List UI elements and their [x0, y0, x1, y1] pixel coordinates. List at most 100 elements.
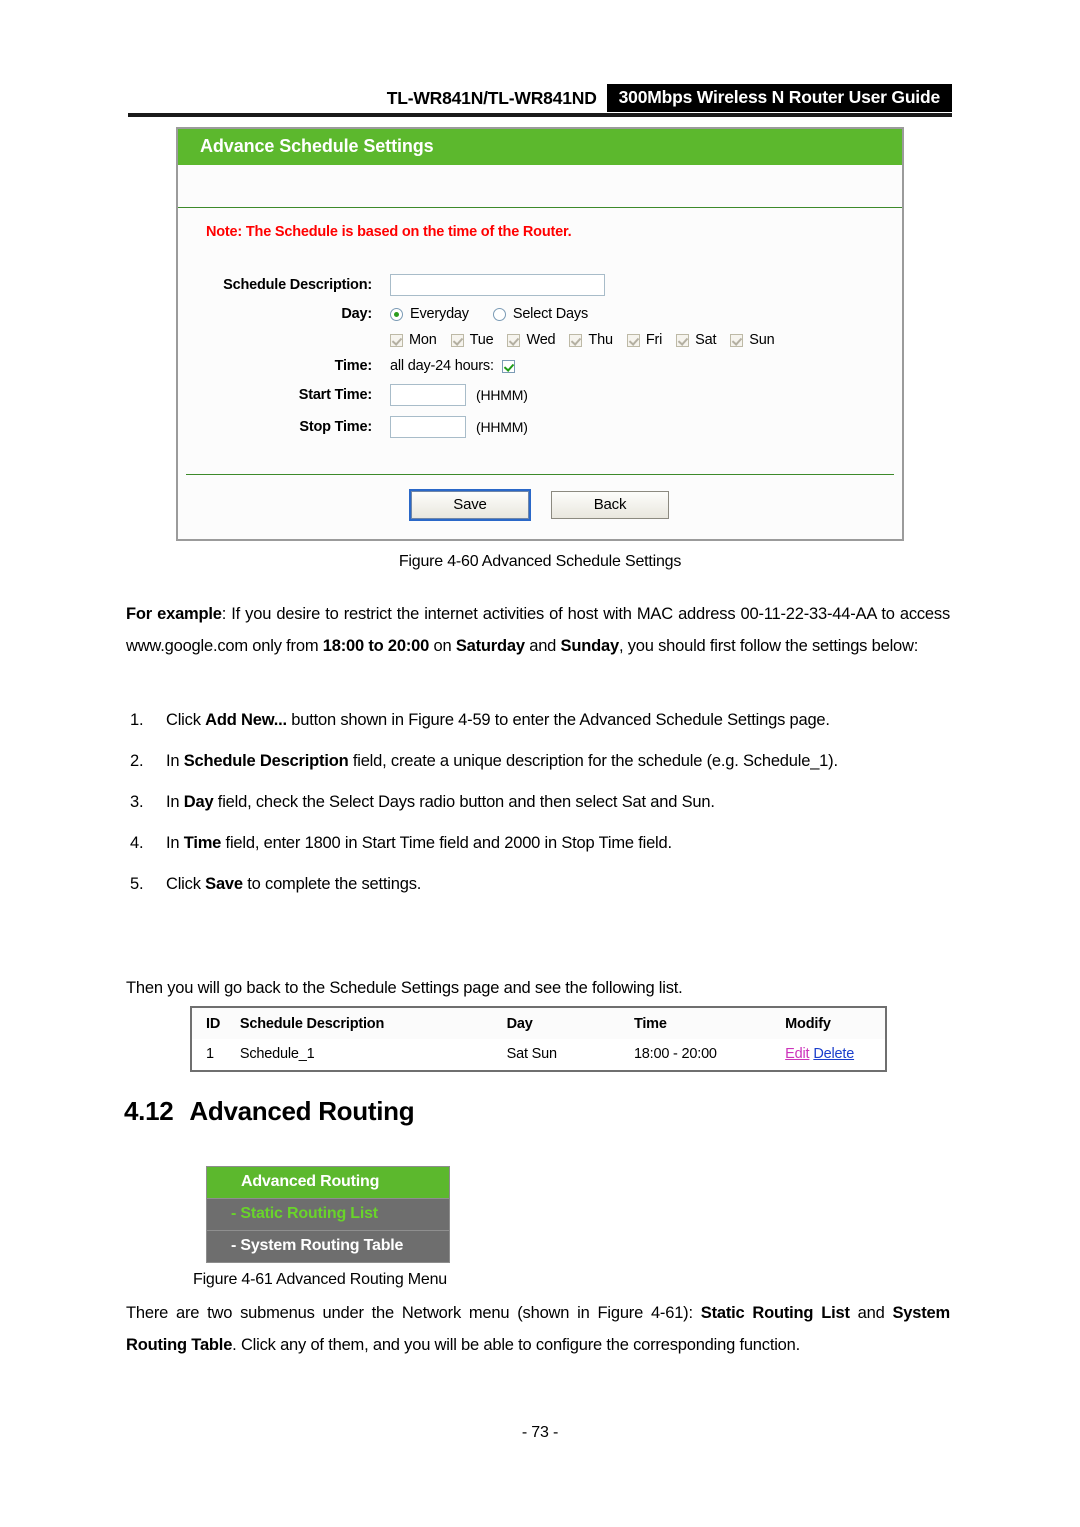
checkbox-tue[interactable]: Tue [450, 332, 494, 348]
radio-select-days-indicator [492, 307, 506, 321]
delete-link[interactable]: Delete [813, 1046, 854, 1062]
column-header-day: Day [506, 1008, 634, 1039]
checkbox-thu-box [569, 333, 583, 347]
step-number: 1. [130, 711, 144, 729]
start-time-input[interactable] [390, 384, 466, 406]
section-title: Advanced Routing [189, 1096, 415, 1126]
step-text: In Time field, enter 1800 in Start Time … [166, 834, 672, 852]
column-header-description: Schedule Description [239, 1008, 507, 1039]
checkbox-tue-label: Tue [469, 332, 494, 348]
step-number: 4. [130, 834, 144, 852]
time-row: Time: all day-24 hours: [178, 358, 902, 374]
step-text: In Day field, check the Select Days radi… [166, 793, 715, 811]
back-button[interactable]: Back [551, 491, 669, 519]
checkbox-sat-label: Sat [695, 332, 717, 348]
step-number: 5. [130, 875, 144, 893]
figure-4-60-caption: Figure 4-60 Advanced Schedule Settings [398, 553, 682, 570]
radio-select-days[interactable]: Select Days [492, 306, 589, 322]
page-title: 4.12 Advanced Routing [124, 1096, 415, 1127]
instruction-step-list: 1. Click Add New... button shown in Figu… [126, 704, 950, 909]
schedule-description-row: Schedule Description: [178, 274, 902, 296]
figure-4-61-caption: Figure 4-61 Advanced Routing Menu [193, 1271, 448, 1288]
save-button[interactable]: Save [409, 489, 531, 521]
cell-modify: Edit Delete [785, 1039, 885, 1070]
checkbox-wed-label: Wed [526, 332, 556, 348]
step-text: Click Save to complete the settings. [166, 875, 422, 893]
radio-everyday-indicator [390, 307, 403, 321]
stop-time-input[interactable] [390, 416, 466, 438]
panel-subbar [178, 165, 902, 208]
checkbox-fri[interactable]: Fri [626, 332, 663, 348]
step-number: 3. [130, 793, 144, 811]
advanced-routing-menu: Advanced Routing - Static Routing List -… [206, 1166, 450, 1263]
header-guide-title: 300Mbps Wireless N Router User Guide [606, 84, 952, 112]
checkbox-mon-box [390, 333, 403, 347]
day-label: Day: [341, 306, 372, 322]
start-time-hint: (HHMM) [476, 387, 528, 403]
list-item: 1. Click Add New... button shown in Figu… [126, 704, 950, 736]
column-header-id: ID [192, 1008, 240, 1039]
days-checkbox-row: Mon Tue Wed Thu Fri Sat Sun [178, 332, 902, 348]
schedule-note: Note: The Schedule is based on the time … [206, 224, 572, 240]
checkbox-wed[interactable]: Wed [507, 332, 556, 348]
checkbox-sat-box [676, 333, 690, 347]
start-time-row: Start Time: (HHMM) [178, 384, 902, 406]
checkbox-sun-label: Sun [749, 332, 775, 348]
table-row: 1 Schedule_1 Sat Sun 18:00 - 20:00 Edit D… [192, 1039, 885, 1070]
panel-title: Advance Schedule Settings [178, 129, 902, 165]
menu-item-system-routing-table[interactable]: - System Routing Table [207, 1230, 449, 1262]
menu-item-static-routing-list[interactable]: - Static Routing List [207, 1198, 449, 1230]
checkbox-sun-box [730, 333, 744, 347]
radio-select-days-label: Select Days [512, 306, 589, 322]
then-paragraph: Then you will go back to the Schedule Se… [126, 979, 683, 997]
time-label: Time: [334, 358, 373, 374]
schedule-form: Schedule Description: Day: Everyday Sele… [178, 240, 902, 460]
panel-body: Note: The Schedule is based on the time … [178, 208, 902, 539]
radio-everyday[interactable]: Everyday [390, 306, 469, 322]
checkbox-wed-box [507, 333, 521, 347]
cell-id: 1 [192, 1039, 240, 1070]
stop-time-row: Stop Time: (HHMM) [178, 416, 902, 438]
stop-time-hint: (HHMM) [476, 419, 528, 435]
edit-link[interactable]: Edit [785, 1046, 809, 1062]
step-text: In Schedule Description field, create a … [166, 752, 838, 770]
table-header-row: ID Schedule Description Day Time Modify [192, 1008, 885, 1039]
header-model-name: TL-WR841N/TL-WR841ND [386, 87, 597, 108]
schedule-list-table: ID Schedule Description Day Time Modify … [190, 1006, 887, 1072]
checkbox-mon[interactable]: Mon [390, 332, 437, 348]
cell-description: Schedule_1 [239, 1039, 507, 1070]
checkbox-sat[interactable]: Sat [676, 332, 716, 348]
step-number: 2. [130, 752, 144, 770]
list-item: 2. In Schedule Description field, create… [126, 745, 950, 777]
checkbox-thu[interactable]: Thu [569, 332, 613, 348]
document-header: TL-WR841N/TL-WR841ND 300Mbps Wireless N … [128, 84, 952, 116]
list-item: 5. Click Save to complete the settings. [126, 868, 950, 900]
cell-day: Sat Sun [506, 1039, 634, 1070]
page-number: - 73 - [521, 1424, 559, 1441]
schedule-description-label: Schedule Description: [223, 277, 372, 293]
schedule-description-input[interactable] [390, 274, 605, 296]
advance-schedule-settings-panel: Advance Schedule Settings Note: The Sche… [176, 127, 904, 541]
checkbox-all-day[interactable] [501, 359, 515, 373]
section-number: 4.12 [124, 1096, 174, 1126]
checkbox-tue-box [450, 333, 464, 347]
list-item: 4. In Time field, enter 1800 in Start Ti… [126, 827, 950, 859]
checkbox-thu-label: Thu [588, 332, 613, 348]
checkbox-fri-label: Fri [645, 332, 663, 348]
all-day-label: all day-24 hours: [390, 358, 494, 374]
column-header-modify: Modify [785, 1008, 885, 1039]
submenus-paragraph: There are two submenus under the Network… [126, 1304, 950, 1354]
checkbox-sun[interactable]: Sun [730, 332, 775, 348]
stop-time-label: Stop Time: [299, 419, 372, 435]
checkbox-fri-box [626, 333, 640, 347]
panel-button-bar: Save Back [178, 475, 902, 539]
list-item: 3. In Day field, check the Select Days r… [126, 786, 950, 818]
checkbox-mon-label: Mon [409, 332, 437, 348]
header-rule [128, 113, 952, 117]
start-time-label: Start Time: [298, 387, 372, 403]
radio-everyday-label: Everyday [410, 306, 469, 322]
cell-time: 18:00 - 20:00 [633, 1039, 786, 1070]
menu-item-advanced-routing[interactable]: Advanced Routing [207, 1167, 449, 1198]
day-row: Day: Everyday Select Days [178, 306, 902, 322]
column-header-time: Time [633, 1008, 786, 1039]
